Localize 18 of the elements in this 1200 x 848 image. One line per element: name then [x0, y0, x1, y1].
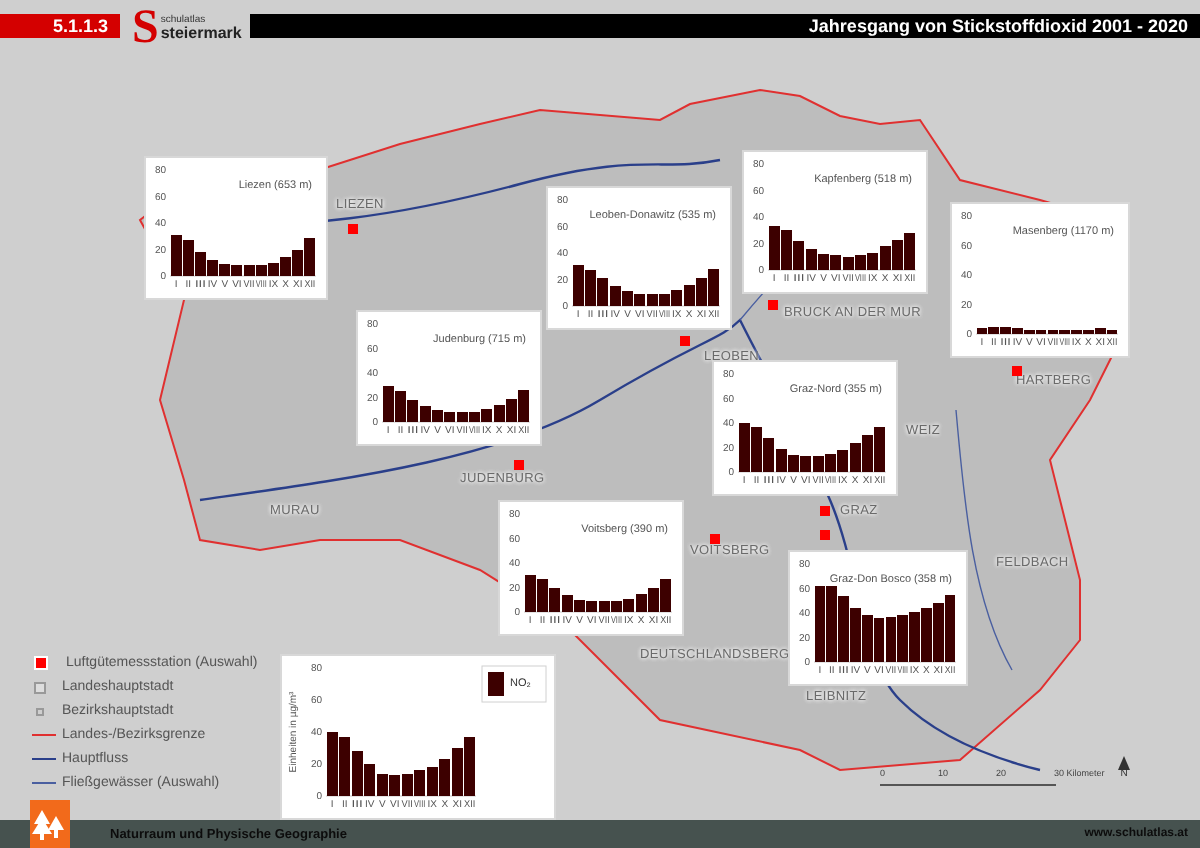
station-symbol-icon [34, 656, 48, 670]
legend-swatch [488, 672, 504, 696]
border-symbol-icon [32, 734, 56, 736]
station-marker [768, 300, 778, 310]
section-number: 5.1.1.3 [0, 14, 120, 38]
logo-letter: S [132, 6, 159, 50]
station-marker [514, 460, 524, 470]
map-title: Jahresgang von Stickstoffdioxid 2001 - 2020 [249, 14, 1200, 38]
station-marker [820, 506, 830, 516]
station-marker [710, 534, 720, 544]
station-marker [1012, 366, 1022, 376]
district-symbol-icon [35, 707, 43, 715]
north-arrow-icon [1118, 756, 1130, 770]
logo-text: steiermark [160, 25, 242, 41]
station-marker [820, 530, 830, 540]
trees-icon [30, 800, 70, 848]
station-marker [348, 224, 358, 234]
station-marker [680, 336, 690, 346]
